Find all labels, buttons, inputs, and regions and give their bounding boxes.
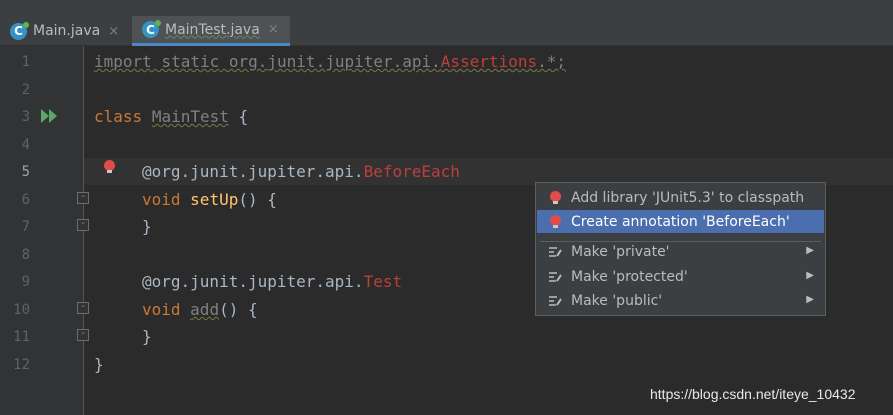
close-icon[interactable]: × — [108, 24, 119, 39]
add-library-item[interactable]: Add library 'JUnit5.3' to classpath — [537, 186, 824, 209]
code-line-1[interactable]: import static org.junit.jupiter.api.Asse… — [94, 52, 566, 71]
line-number: 8 — [21, 247, 30, 263]
intention-icon — [547, 244, 563, 260]
fold-marker-icon[interactable]: - — [77, 219, 89, 231]
java-class-icon: C — [10, 21, 29, 40]
make-private-item[interactable]: Make 'private' ▶ — [537, 240, 824, 263]
intention-actions-popup: Add library 'JUnit5.3' to classpath Crea… — [535, 182, 826, 316]
tab-label: Main.java — [33, 23, 101, 39]
fold-marker-icon[interactable]: - — [77, 302, 89, 314]
submenu-arrow-icon: ▶ — [806, 294, 814, 305]
make-public-item[interactable]: Make 'public' ▶ — [537, 289, 824, 312]
line-number: 4 — [21, 137, 30, 153]
intention-icon — [547, 293, 563, 309]
line-number: 5 — [21, 164, 30, 180]
line-number: 9 — [21, 274, 30, 290]
red-bulb-icon[interactable] — [104, 160, 115, 174]
submenu-arrow-icon: ▶ — [806, 245, 814, 256]
line-number: 11 — [13, 329, 30, 345]
code-line-6[interactable]: void setUp() { — [142, 190, 277, 209]
tab-label: MainTest.java — [165, 21, 260, 38]
line-number: 12 — [13, 357, 30, 373]
java-class-icon: C — [142, 20, 161, 38]
run-test-icon[interactable] — [40, 108, 60, 124]
fold-marker-icon[interactable]: - — [77, 192, 89, 204]
tab-maintest-java[interactable]: C MainTest.java × — [132, 16, 290, 46]
intention-icon — [547, 269, 563, 285]
fold-marker-icon[interactable]: - — [77, 329, 89, 341]
submenu-arrow-icon: ▶ — [806, 270, 814, 281]
red-bulb-icon — [547, 190, 563, 206]
red-bulb-icon — [547, 214, 563, 230]
editor-tab-bar: C Main.java × C MainTest.java × — [0, 0, 893, 46]
code-line-5[interactable]: @org.junit.jupiter.api.BeforeEach — [142, 162, 460, 181]
line-number: 3 — [21, 109, 30, 125]
line-number: 6 — [21, 192, 30, 208]
close-icon[interactable]: × — [268, 22, 279, 37]
code-line-11[interactable]: } — [142, 327, 152, 346]
line-number: 7 — [21, 219, 30, 235]
create-annotation-item[interactable]: Create annotation 'BeforeEach' — [537, 210, 824, 233]
code-line-12[interactable]: } — [94, 355, 104, 374]
code-line-10[interactable]: void add() { — [142, 300, 258, 319]
make-protected-item[interactable]: Make 'protected' ▶ — [537, 265, 824, 288]
code-line-9[interactable]: @org.junit.jupiter.api.Test — [142, 272, 402, 291]
watermark: https://blog.csdn.net/iteye_10432 — [650, 386, 856, 402]
tab-main-java[interactable]: C Main.java × — [0, 16, 130, 46]
code-line-3[interactable]: class MainTest { — [94, 107, 248, 126]
code-line-7[interactable]: } — [142, 217, 152, 236]
line-number: 10 — [13, 302, 30, 318]
line-number: 1 — [21, 54, 30, 70]
line-number: 2 — [21, 82, 30, 98]
